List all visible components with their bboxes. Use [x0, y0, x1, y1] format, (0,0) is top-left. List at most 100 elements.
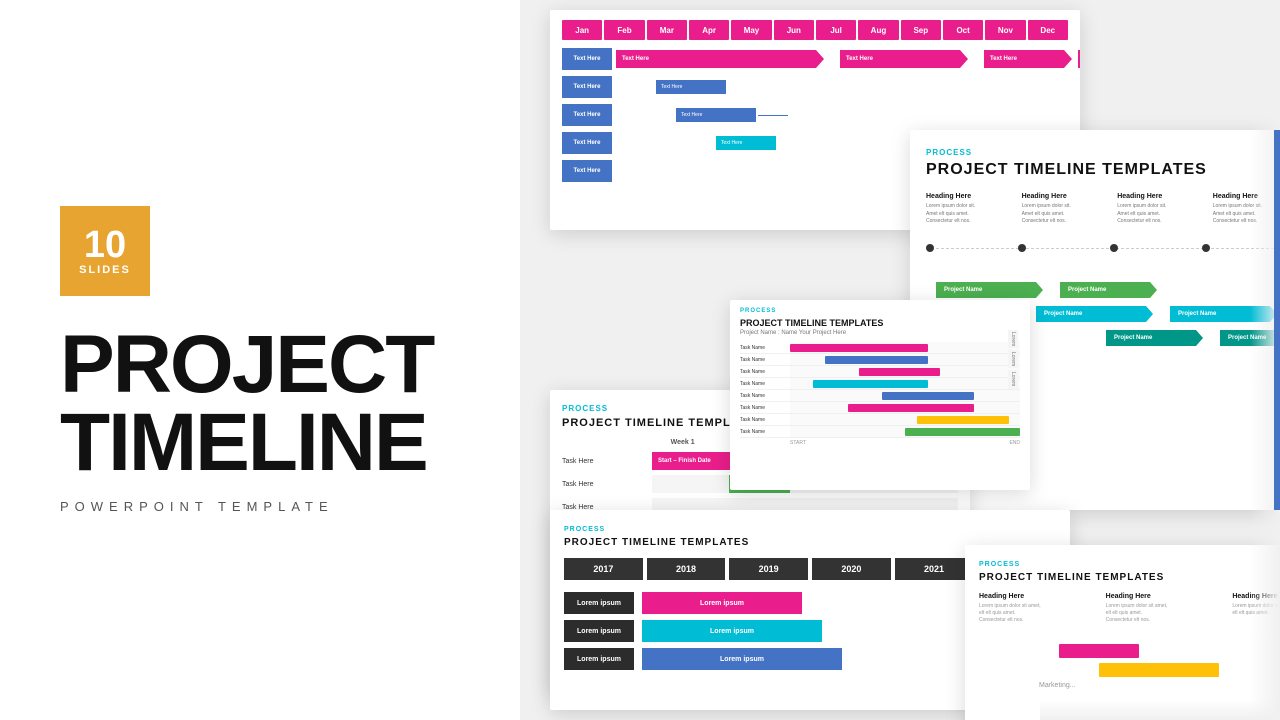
year-2018: 2018 [647, 558, 726, 580]
previews-area: Jan Feb Mar Apr May Jun Jul Aug Sep Oct … [520, 0, 1280, 720]
gantt-bar-row-5 [790, 390, 1020, 402]
lorem-pink-bar: Lorem ipsum [642, 592, 802, 614]
gantt-bar-row-3 [790, 366, 1020, 378]
vert-label-1: Lorem [1008, 330, 1018, 348]
gantt-task-2: Task Name [740, 354, 790, 366]
slide2-process: Process [926, 148, 1280, 157]
task-2: Task Here [562, 481, 648, 488]
dot-line [926, 248, 1280, 249]
vert-label-2: Lorem [1008, 350, 1018, 368]
gantt-bar-row-8 [790, 426, 1020, 438]
gantt-cyan-bar-1: Project Name [1036, 306, 1146, 322]
tl-bar-pink-3: Text Here [984, 50, 1064, 68]
mini-bar-7 [917, 416, 1009, 424]
slide2-heading-3: Heading Here [1117, 193, 1203, 200]
slide2-text-1: Lorem ipsum dolor sit.Amet elt quis amet… [926, 203, 1012, 226]
timeline-dots [926, 234, 1280, 262]
gantt-teal-bar-1: Project Name [1106, 330, 1196, 346]
slide2-title: PROJECT TIMELINE TEMPLATES [926, 161, 1280, 179]
month-mar: Mar [647, 20, 687, 40]
vert-label-3: Lorem [1008, 370, 1018, 388]
slide6-process: Process [979, 561, 1280, 568]
gantt-task-6: Task Name [740, 402, 790, 414]
dot-3 [1110, 244, 1118, 252]
left-panel: 10 SLIDES PROJECT TIMELINE POWERPOINT TE… [0, 0, 520, 720]
month-feb: Feb [604, 20, 644, 40]
year-2021: 2021 [895, 558, 974, 580]
year-2020: 2020 [812, 558, 891, 580]
slide4-subtitle: Project Name : Name Your Project Here [740, 330, 1020, 336]
end-label: END [1009, 440, 1020, 446]
tl-bar-pink-1: Text Here [616, 50, 816, 68]
slide6-heading-1: Heading Here [979, 593, 1098, 600]
lorem-box-3: Lorem ipsum [564, 648, 634, 670]
title-line2: TIMELINE [60, 404, 427, 482]
year-2017: 2017 [564, 558, 643, 580]
slide6-col-2: Heading Here Lorem ipsum dolor sit amet,… [1106, 593, 1225, 624]
slide6-title: PROJECT TIMELINE TEMPLATES [979, 572, 1280, 583]
tl-bar-blue-2: Text Here [676, 108, 756, 122]
mini-bar-8 [905, 428, 1020, 436]
vertical-labels: Lorem Lorem Lorem [1008, 330, 1018, 389]
month-jul: Jul [816, 20, 856, 40]
month-dec: Dec [1028, 20, 1068, 40]
mini-bar-4 [813, 380, 928, 388]
slide2-text-2: Lorem ipsum dolor sit.Amet elt quis amet… [1022, 203, 1108, 226]
slide-preview-4: Process PROJECT TIMELINE TEMPLATES Proje… [730, 300, 1030, 490]
bottom-overlay [1040, 700, 1280, 720]
gantt-task-7: Task Name [740, 414, 790, 426]
tl-bar-cyan-1: Text Here [716, 136, 776, 150]
week-1: Week 1 [652, 439, 713, 446]
dot-2 [1018, 244, 1026, 252]
gantt-bar-row-7 [790, 414, 1020, 426]
gantt-green-bar-1: Project Name [936, 282, 1036, 298]
slide2-text-3: Lorem ipsum dolor sit.Amet elt quis amet… [1117, 203, 1203, 226]
slide6-text-2: Lorem ipsum dolor sit amet,elt elt quis … [1106, 603, 1225, 624]
month-may: May [731, 20, 771, 40]
lorem-box-1: Lorem ipsum [564, 592, 634, 614]
mini-bar-2 [825, 356, 929, 364]
tl-bar-blue-1: Text Here [656, 80, 726, 94]
lorem-box-2: Lorem ipsum [564, 620, 634, 642]
stair-row-2 [979, 663, 1280, 677]
gantt-task-5: Task Name [740, 390, 790, 402]
gantt-task-4: Task Name [740, 378, 790, 390]
slide5-process: Process [564, 526, 1056, 533]
lorem-cyan-bar: Lorem ipsum [642, 620, 822, 642]
gantt-row-1: Project Name Project Name [926, 282, 1280, 298]
slide6-heading-2: Heading Here [1106, 593, 1225, 600]
dot-4 [1202, 244, 1210, 252]
slide4-process: Process [740, 308, 1020, 314]
mini-bar-1 [790, 344, 928, 352]
month-aug: Aug [858, 20, 898, 40]
task-1: Task Here [562, 458, 648, 465]
stair-row-1 [979, 644, 1280, 658]
gantt-green-bar-2: Project Name [1060, 282, 1150, 298]
blue-accent [1274, 130, 1280, 510]
month-oct: Oct [943, 20, 983, 40]
badge-label: SLIDES [79, 264, 131, 276]
slide6-text-1: Lorem ipsum dolor sit amet,elt elt quis … [979, 603, 1098, 624]
dot-1 [926, 244, 934, 252]
gantt-bar-row-6 [790, 402, 1020, 414]
stair-bar-yellow [1099, 663, 1219, 677]
tl-row-2: Text Here Text Here [562, 76, 1068, 98]
gantt-task-3: Task Name [740, 366, 790, 378]
mini-bar-3 [859, 368, 940, 376]
tl-label-2: Text Here [562, 76, 612, 98]
month-row: Jan Feb Mar Apr May Jun Jul Aug Sep Oct … [562, 20, 1068, 40]
badge: 10 SLIDES [60, 206, 150, 296]
slide2-heading-row: Heading Here Lorem ipsum dolor sit.Amet … [926, 193, 1280, 226]
lorem-blue-bar: Lorem ipsum [642, 648, 842, 670]
gantt-right: START END [790, 342, 1020, 446]
slide-preview-6: Process PROJECT TIMELINE TEMPLATES Headi… [965, 545, 1280, 720]
slide2-heading-1: Heading Here [926, 193, 1012, 200]
slide2-heading-2: Heading Here [1022, 193, 1108, 200]
tl-label-1: Text Here [562, 48, 612, 70]
mini-bar-6 [848, 404, 975, 412]
gantt-left: Task Name Task Name Task Name Task Name … [740, 342, 790, 446]
marketing-label: Marketing... [1039, 682, 1076, 689]
subtitle: POWERPOINT TEMPLATE [60, 499, 334, 514]
tl-label-5: Text Here [562, 160, 612, 182]
tl-row-3: Text Here Text Here [562, 104, 1068, 126]
